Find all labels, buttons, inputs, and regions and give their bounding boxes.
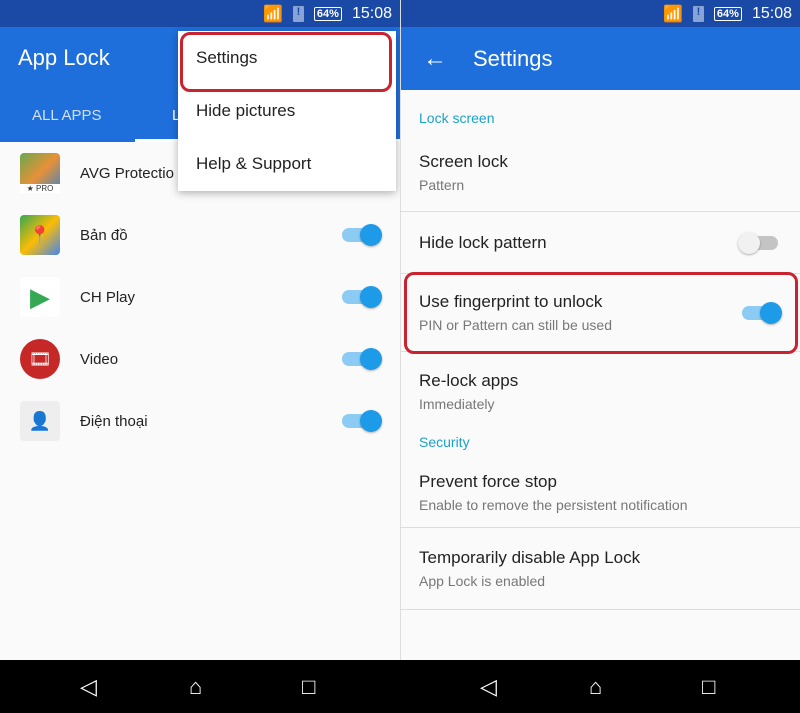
- setting-title: Prevent force stop: [419, 472, 557, 491]
- play-store-icon: ▶: [20, 277, 60, 317]
- setting-screen-lock[interactable]: Screen lock Pattern: [401, 134, 800, 212]
- highlight-box: [180, 32, 392, 92]
- app-name: CH Play: [80, 288, 136, 306]
- phone-contacts-icon: 👤: [20, 401, 60, 441]
- tab-all-apps[interactable]: ALL APPS: [32, 107, 102, 124]
- app-name: AVG Protectio: [80, 164, 174, 182]
- home-nav-icon[interactable]: ⌂: [589, 674, 602, 700]
- section-header: Security: [419, 434, 470, 450]
- app-row[interactable]: 📍 Bản đồ: [0, 204, 400, 266]
- lock-toggle[interactable]: [342, 224, 382, 246]
- setting-title: Re-lock apps: [419, 370, 519, 390]
- menu-item-help-support[interactable]: Help & Support: [178, 137, 396, 190]
- setting-title: Hide lock pattern: [419, 232, 547, 252]
- app-row[interactable]: 🎞 Video: [0, 328, 400, 390]
- battery-indicator: 64%: [313, 6, 342, 21]
- hide-pattern-toggle[interactable]: [738, 232, 778, 254]
- setting-temporarily-disable[interactable]: Temporarily disable App Lock App Lock is…: [401, 528, 800, 610]
- avg-icon: ★ PRO: [20, 153, 60, 193]
- lock-toggle[interactable]: [342, 286, 382, 308]
- app-title: App Lock: [18, 45, 110, 70]
- back-nav-icon[interactable]: ◁: [80, 674, 97, 700]
- settings-screen: 📶 ! 64% 15:08 ← Settings Lock screen Scr…: [400, 0, 800, 660]
- setting-subtitle: Pattern: [419, 177, 465, 193]
- app-name: Video: [80, 350, 119, 368]
- app-row[interactable]: 👤 Điện thoại: [0, 390, 400, 452]
- app-name: Bản đồ: [80, 226, 128, 244]
- app-name: Điện thoại: [80, 412, 148, 430]
- setting-subtitle: Immediately: [419, 395, 495, 412]
- back-arrow-icon[interactable]: ←: [423, 45, 447, 73]
- highlight-box: [404, 272, 798, 354]
- wifi-icon: 📶: [263, 5, 283, 23]
- wifi-icon: 📶: [663, 5, 683, 23]
- setting-relock-apps[interactable]: Re-lock apps Immediately: [401, 352, 800, 430]
- clock: 15:08: [751, 4, 792, 22]
- clock: 15:08: [351, 4, 392, 22]
- battery-indicator: 64%: [713, 6, 742, 21]
- recents-nav-icon[interactable]: □: [702, 674, 715, 700]
- status-bar: 📶 ! 64% 15:08: [0, 0, 400, 27]
- sim-alert-icon: !: [692, 5, 704, 22]
- lock-toggle[interactable]: [342, 410, 382, 432]
- maps-icon: 📍: [20, 215, 60, 255]
- setting-title: Screen lock: [419, 152, 508, 171]
- setting-subtitle: Enable to remove the persistent notifica…: [419, 497, 688, 513]
- status-bar: 📶 ! 64% 15:08: [401, 0, 800, 27]
- app-row[interactable]: ▶ CH Play: [0, 266, 400, 328]
- sim-alert-icon: !: [292, 5, 304, 22]
- app-lock-screen: 📶 ! 64% 15:08 App Lock ALL APPS L ★ PRO …: [0, 0, 400, 660]
- app-bar: ← Settings: [401, 27, 800, 90]
- recents-nav-icon[interactable]: □: [302, 674, 315, 700]
- setting-prevent-force-stop[interactable]: Prevent force stop Enable to remove the …: [401, 458, 800, 528]
- navigation-bar: ◁ ⌂ □ ◁ ⌂ □: [0, 660, 800, 713]
- pro-badge: ★ PRO: [20, 184, 60, 193]
- section-header: Lock screen: [419, 110, 495, 126]
- setting-subtitle: App Lock is enabled: [419, 573, 546, 589]
- back-nav-icon[interactable]: ◁: [480, 674, 497, 700]
- home-nav-icon[interactable]: ⌂: [189, 674, 202, 700]
- page-title: Settings: [473, 45, 553, 71]
- setting-hide-lock-pattern[interactable]: Hide lock pattern: [401, 212, 800, 274]
- setting-title: Temporarily disable App Lock: [419, 548, 641, 567]
- video-icon: 🎞: [20, 339, 60, 379]
- lock-toggle[interactable]: [342, 348, 382, 370]
